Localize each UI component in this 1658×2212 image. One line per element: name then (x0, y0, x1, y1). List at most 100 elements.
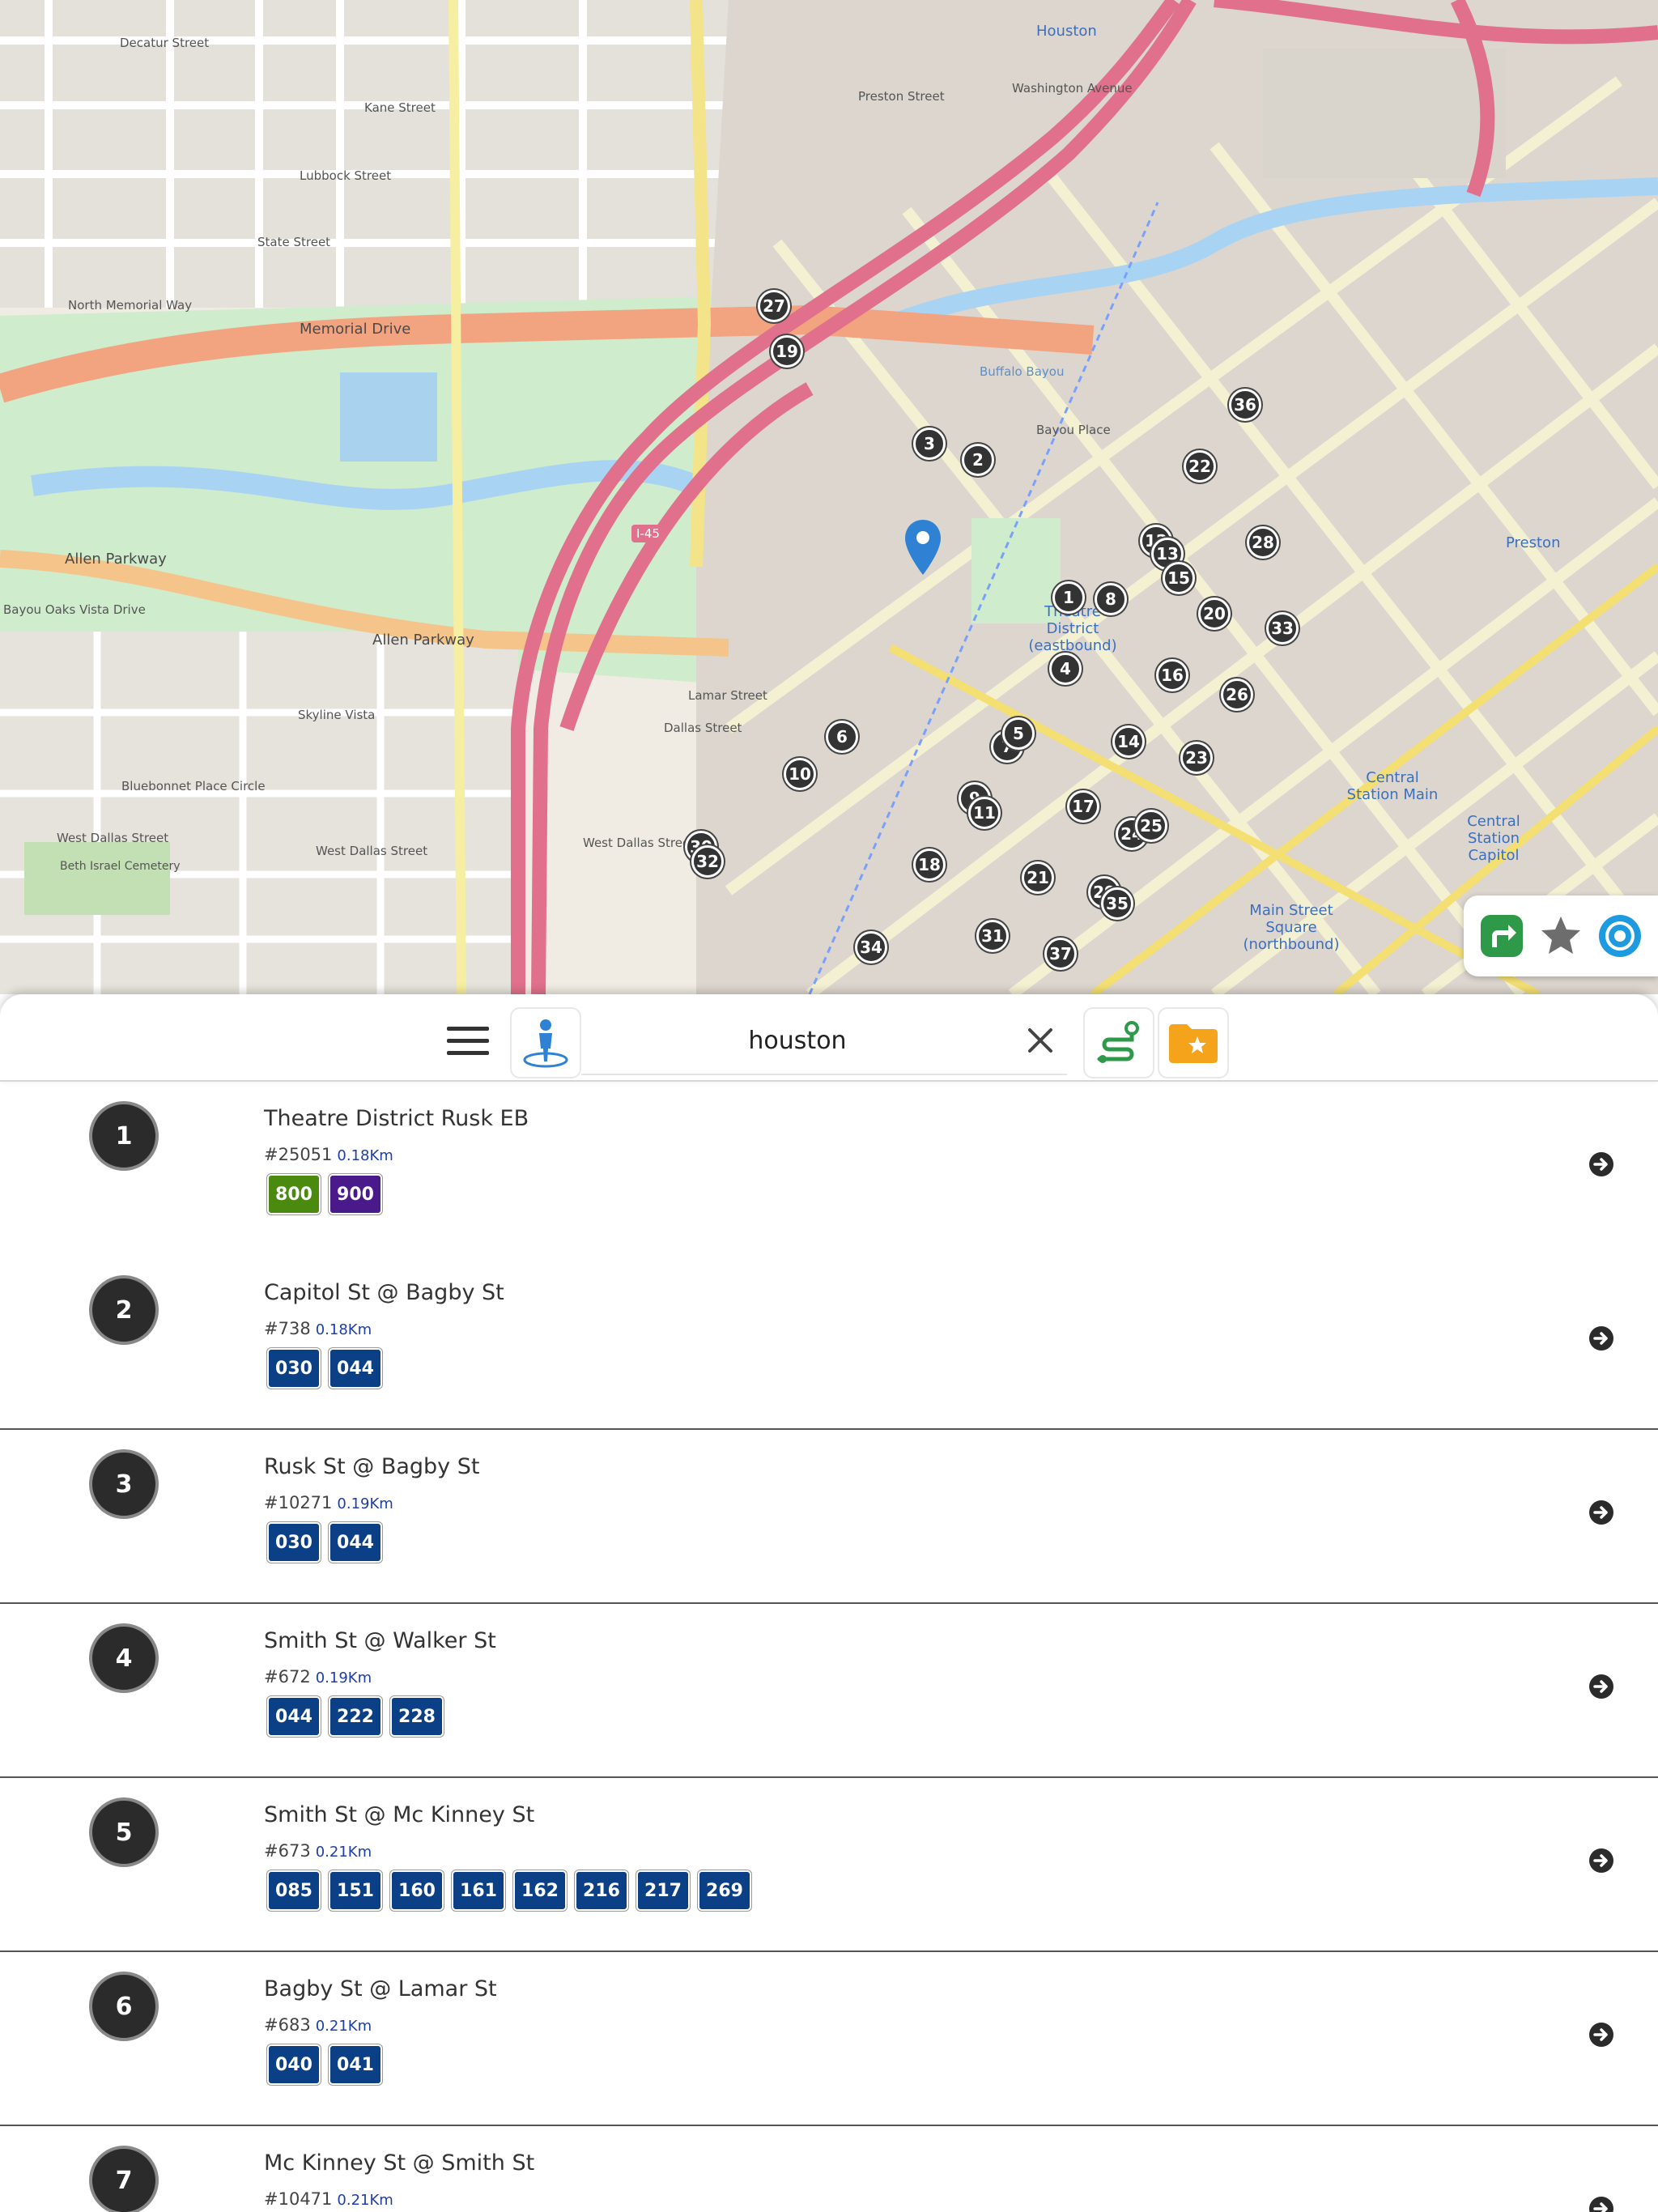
route-badge[interactable]: 085 (267, 1870, 321, 1911)
map-stop-pin[interactable]: 5 (1002, 717, 1035, 750)
map-stop-pin[interactable]: 19 (771, 335, 803, 368)
map-label: Memorial Drive (300, 321, 411, 338)
map-label: North Memorial Way (68, 298, 193, 313)
route-badge[interactable]: 269 (698, 1870, 751, 1911)
map-label: Beth Israel Cemetery (60, 860, 181, 873)
map-stop-pin[interactable]: 33 (1266, 612, 1299, 644)
stop-list-item[interactable]: 4 Smith St @ Walker St #672 0.19Km 044 222 228 (0, 1604, 1658, 1778)
map-stop-pin[interactable]: 14 (1112, 725, 1145, 758)
stop-name: Rusk St @ Bagby St (264, 1454, 480, 1479)
map-label: West Dallas Street (316, 844, 428, 858)
stop-list-item[interactable]: 2 Capitol St @ Bagby St #738 0.18Km 030 044 (0, 1256, 1658, 1430)
arrow-right-circle-icon (1589, 2023, 1613, 2047)
stop-list-item[interactable]: 3 Rusk St @ Bagby St #10271 0.19Km 030 044 (0, 1430, 1658, 1604)
stop-meta: #672 0.19Km (264, 1667, 372, 1687)
stop-list-item[interactable]: 7 Mc Kinney St @ Smith St #10471 0.21Km (0, 2126, 1658, 2212)
location-marker-icon (903, 518, 942, 576)
map-stop-pin[interactable]: 3 (913, 428, 946, 460)
route-badge[interactable]: 030 (267, 1348, 321, 1389)
open-stop-button[interactable] (1585, 1322, 1618, 1355)
map-stop-pin[interactable]: 31 (976, 920, 1009, 952)
person-location-icon (523, 1019, 568, 1068)
route-badge[interactable]: 161 (452, 1870, 505, 1911)
map-label: Houston (1036, 23, 1097, 40)
menu-button[interactable] (434, 1007, 502, 1075)
route-planner-button[interactable] (1083, 1007, 1154, 1078)
open-stop-button[interactable] (1585, 2018, 1618, 2051)
map-stop-pin[interactable]: 26 (1221, 678, 1253, 711)
open-stop-button[interactable] (1585, 1496, 1618, 1529)
route-badge[interactable]: 216 (575, 1870, 628, 1911)
open-stop-button[interactable] (1585, 1670, 1618, 1703)
arrow-right-circle-icon (1589, 2197, 1613, 2212)
clear-search-button[interactable] (1014, 1012, 1067, 1069)
route-badge[interactable]: 044 (329, 1522, 382, 1563)
search-toolbar (0, 994, 1658, 1082)
route-badge[interactable]: 228 (390, 1696, 444, 1737)
map-stop-pin[interactable]: 15 (1163, 562, 1195, 594)
star-icon (1541, 917, 1580, 954)
open-stop-button[interactable] (1585, 2193, 1618, 2212)
route-badge[interactable]: 044 (329, 1348, 382, 1389)
route-badge[interactable]: 217 (636, 1870, 690, 1911)
map-stop-pin[interactable]: 27 (758, 290, 790, 322)
map-stop-pin[interactable]: 32 (691, 845, 724, 878)
route-badge[interactable]: 151 (329, 1870, 382, 1911)
map-stop-pin[interactable]: 25 (1135, 810, 1167, 842)
map-stop-pin[interactable]: 10 (784, 758, 816, 790)
route-badge[interactable]: 800 (267, 1174, 321, 1214)
map-stop-pin[interactable]: 34 (855, 931, 887, 963)
map-stop-pin[interactable]: 17 (1067, 790, 1099, 823)
route-badge[interactable]: 162 (513, 1870, 567, 1911)
arrow-right-circle-icon (1589, 1326, 1613, 1351)
map-stop-pin[interactable]: 6 (826, 721, 858, 753)
route-badge[interactable]: 030 (267, 1522, 321, 1563)
map-label: West Dallas Street (57, 831, 169, 845)
map-stop-pin[interactable]: 11 (968, 797, 1001, 829)
map-label: Buffalo Bayou (980, 364, 1065, 379)
route-badge[interactable]: 222 (329, 1696, 382, 1737)
map-stop-pin[interactable]: 21 (1022, 861, 1054, 894)
map-stop-pin[interactable]: 36 (1229, 389, 1261, 421)
map-stop-pin[interactable]: 4 (1049, 653, 1082, 685)
map-stop-pin[interactable]: 28 (1247, 526, 1279, 559)
arrow-right-circle-icon (1589, 1500, 1613, 1525)
favorite-button[interactable] (1537, 912, 1585, 960)
star-folder-icon (1169, 1024, 1218, 1063)
stop-name: Bagby St @ Lamar St (264, 1976, 497, 2001)
open-stop-button[interactable] (1585, 1148, 1618, 1180)
route-icon (1097, 1021, 1139, 1063)
nearby-button[interactable] (510, 1007, 581, 1078)
map-stop-pin[interactable]: 20 (1198, 598, 1231, 630)
stop-list-item[interactable]: 5 Smith St @ Mc Kinney St #673 0.21Km 085 151… (0, 1778, 1658, 1952)
gps-target-icon (1599, 915, 1642, 957)
map-stop-pin[interactable]: 23 (1180, 742, 1213, 774)
stop-list-item[interactable]: 1 Theatre District Rusk EB #25051 0.18Km 800… (0, 1082, 1658, 1256)
directions-button[interactable] (1477, 912, 1526, 960)
map-action-bar (1464, 895, 1658, 976)
route-badge[interactable]: 044 (267, 1696, 321, 1737)
route-badge[interactable]: 900 (329, 1174, 382, 1214)
route-badge[interactable]: 040 (267, 2044, 321, 2085)
map-stop-pin[interactable]: 1 (1052, 581, 1085, 614)
map-label: West Dallas Street (583, 836, 695, 850)
map-stop-pin[interactable]: 35 (1101, 887, 1133, 920)
map-view[interactable]: Decatur Street Kane Street Lubbock Stree… (0, 0, 1658, 994)
stop-name: Smith St @ Mc Kinney St (264, 1802, 535, 1827)
map-stop-pin[interactable]: 37 (1044, 938, 1077, 970)
stop-list-item[interactable]: 6 Bagby St @ Lamar St #683 0.21Km 040 041 (0, 1952, 1658, 2126)
favorites-folder-button[interactable] (1158, 1007, 1229, 1078)
stop-name: Capitol St @ Bagby St (264, 1280, 504, 1305)
map-stop-pin[interactable]: 16 (1156, 659, 1188, 691)
open-stop-button[interactable] (1585, 1844, 1618, 1877)
search-input[interactable] (581, 1009, 1014, 1072)
route-badge[interactable]: 041 (329, 2044, 382, 2085)
map-stop-pin[interactable]: 2 (962, 444, 994, 476)
map-stop-pin[interactable]: 8 (1095, 583, 1127, 615)
route-badge[interactable]: 160 (390, 1870, 444, 1911)
map-stop-pin[interactable]: 22 (1184, 450, 1216, 483)
map-stop-pin[interactable]: 18 (913, 849, 946, 881)
map-label: Central Station Main (1346, 769, 1439, 803)
locate-button[interactable] (1596, 912, 1644, 960)
stop-distance: 0.21Km (315, 1844, 372, 1861)
